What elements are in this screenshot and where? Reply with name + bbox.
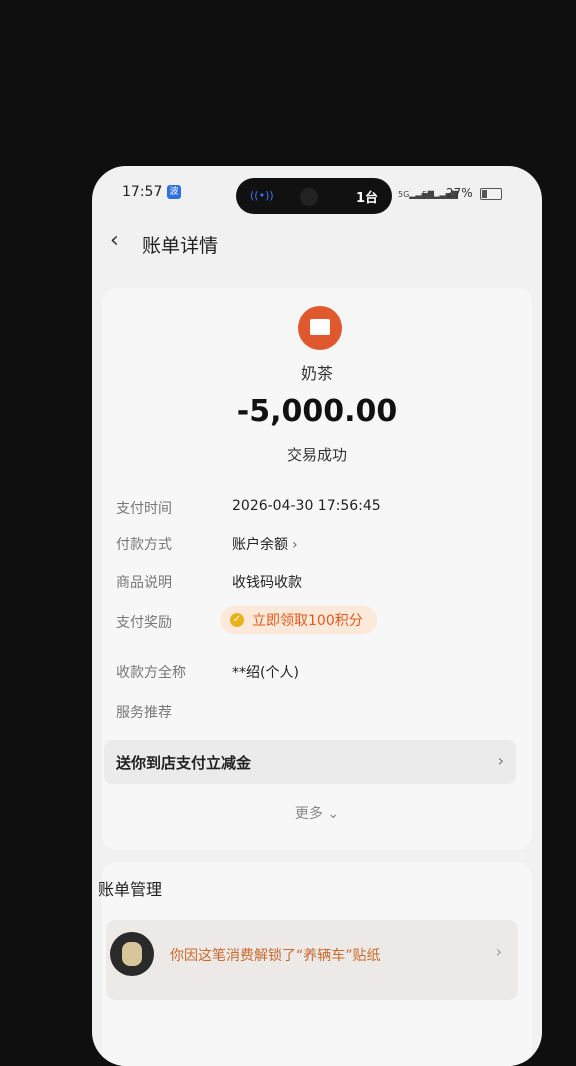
detail-label: 服务推荐 [116,705,172,721]
detail-value: **绍(个人) [232,665,299,681]
sticker-banner[interactable]: 你因这笔消费解锁了“养辆车”贴纸 › [106,920,518,1000]
coin-icon: ✓ [230,613,244,627]
chevron-right-icon: › [497,751,504,770]
detail-row-pay-time: 支付时间 2026-04-30 17:56:45 [102,498,532,528]
device-count: 1台 [355,191,378,206]
amount: -5,000.00 [236,394,398,429]
chevron-right-icon: › [495,942,502,961]
chevron-down-icon: ⌄ [327,806,340,822]
detail-label: 收款方全称 [116,665,186,681]
dynamic-island: ((•)) 1台 [236,178,392,214]
detail-row-service: 服务推荐 [102,702,532,732]
promo-banner[interactable]: 送你到店支付立减金 › [104,740,516,784]
sticker-avatar [110,932,154,976]
promo-label: 送你到店支付立减金 [116,754,252,772]
battery-icon [480,188,502,200]
detail-row-payment-method[interactable]: 付款方式 账户余额 › [102,534,532,564]
page-title: 账单详情 [142,235,219,257]
detail-value[interactable]: 账户余额 › [232,534,298,554]
bill-management-card: 账单管理 你因这笔消费解锁了“养辆车”贴纸 › [98,862,532,1066]
status-bar: 17:57 波 ((•)) 1台 5G▂▃▅▇ 5G▂▃▅▇ 27% [92,166,542,222]
detail-value: 2026-04-30 17:56:45 [232,498,381,514]
app-badge-icon: 波 [167,185,181,199]
section-title: 账单管理 [98,880,163,899]
claim-points-button[interactable]: ✓ 立即领取100积分 [220,606,377,634]
detail-label: 支付时间 [116,501,172,517]
phone-screen: 17:57 波 ((•)) 1台 5G▂▃▅▇ 5G▂▃▅▇ 27% ‹ 账单详… [92,166,542,1066]
battery-percent: 27% [446,186,473,200]
status-time: 17:57 [122,184,163,200]
detail-row-payee: 收款方全称 **绍(个人) [102,662,532,692]
nav-bar: ‹ 账单详情 [92,226,542,266]
cast-icon: ((•)) [250,189,274,202]
sticker-text: 你因这笔消费解锁了“养辆车”贴纸 [170,948,381,964]
detail-label: 付款方式 [116,537,172,553]
back-chevron-icon[interactable]: ‹ [110,228,119,253]
detail-row-product: 商品说明 收钱码收款 [102,572,532,602]
more-button[interactable]: 更多 ⌄ [102,803,532,823]
detail-value: 收钱码收款 [232,575,302,591]
detail-row-reward: 支付奖励 ✓ 立即领取100积分 [102,606,532,642]
detail-label: 商品说明 [116,575,172,591]
claim-points-label: 立即领取100积分 [252,613,363,629]
merchant-name: 奶茶 [300,364,333,383]
shop-icon [298,306,342,350]
bill-detail-card: 奶茶 -5,000.00 交易成功 支付时间 2026-04-30 17:56:… [102,288,532,850]
detail-label: 支付奖励 [116,615,172,631]
camera-icon [300,188,318,206]
transaction-status: 交易成功 [286,446,347,464]
chevron-right-icon: › [292,537,298,553]
